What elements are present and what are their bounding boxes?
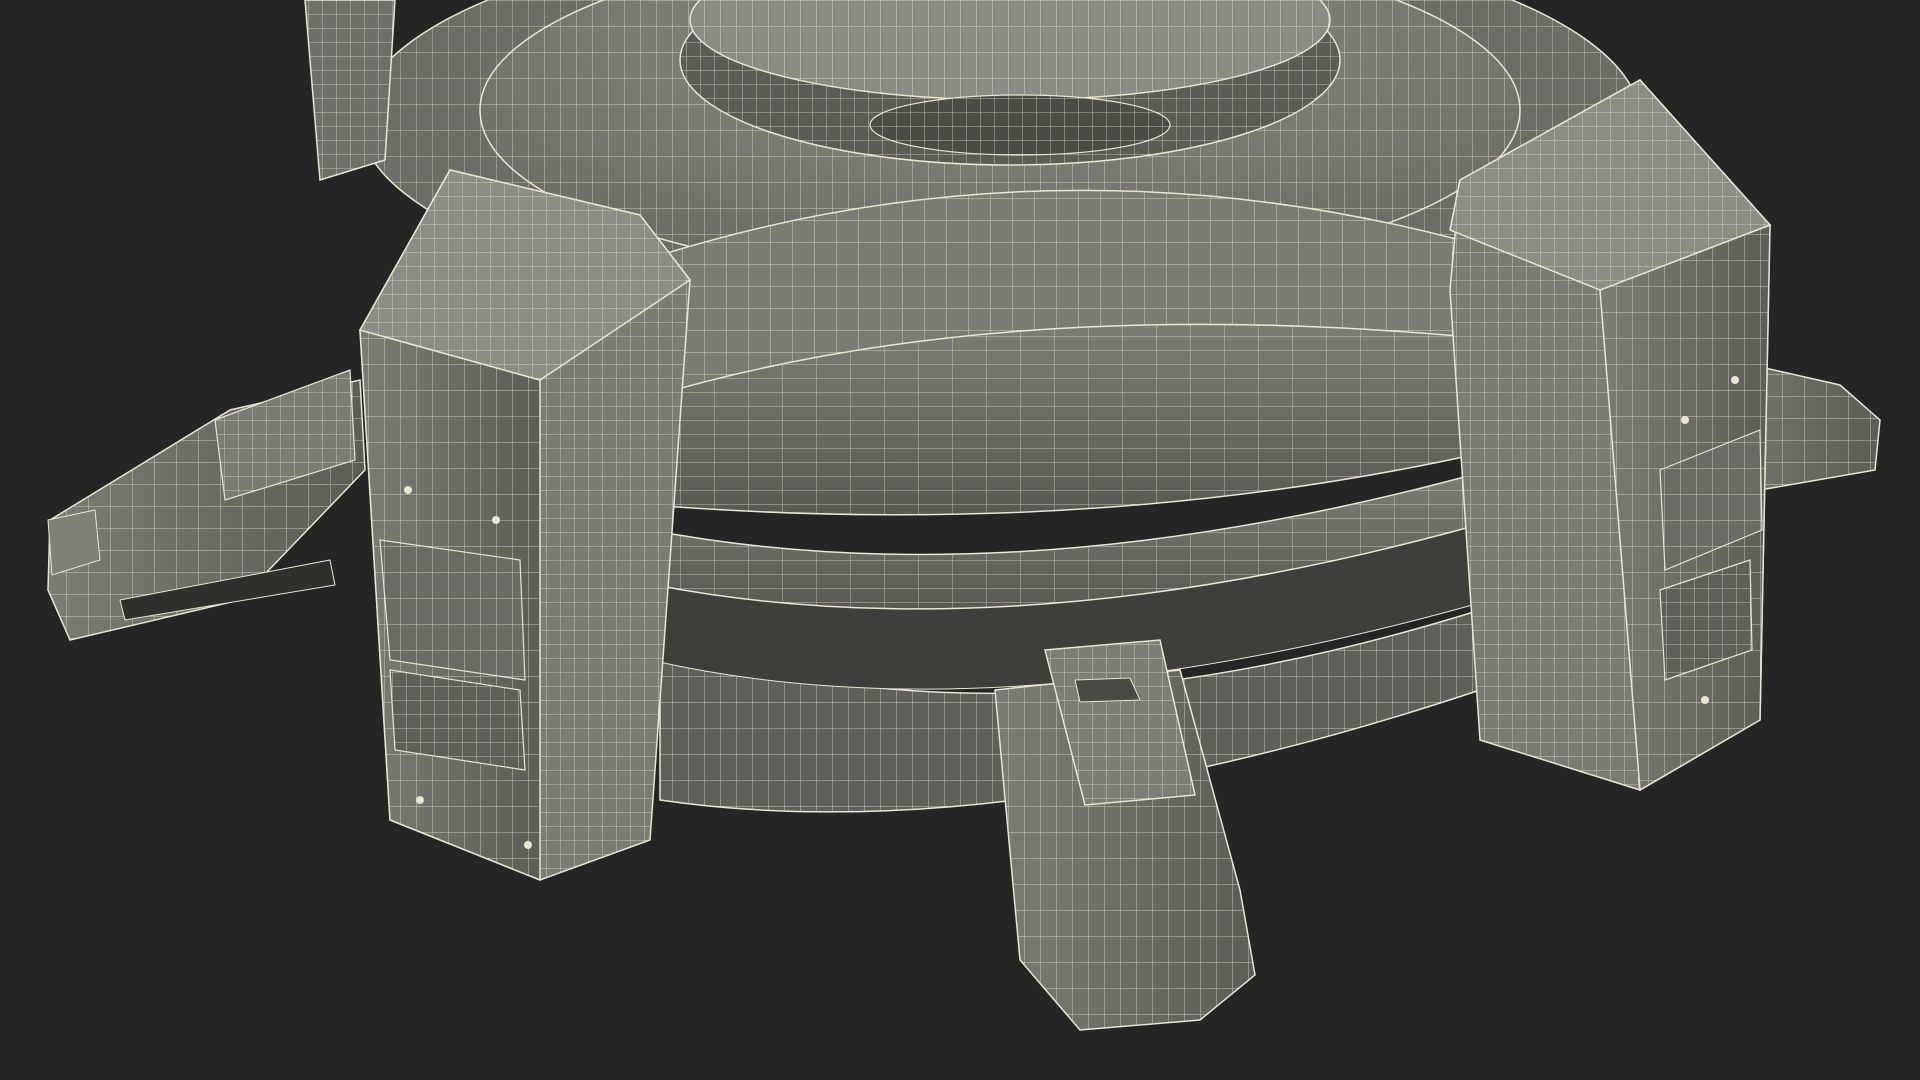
back-tower bbox=[304, 0, 396, 181]
wireframe-model bbox=[47, 0, 1881, 1031]
left-pillar bbox=[358, 169, 692, 882]
render-viewport bbox=[0, 0, 1920, 1080]
left-leg bbox=[47, 369, 366, 641]
right-pillar bbox=[1449, 79, 1772, 792]
